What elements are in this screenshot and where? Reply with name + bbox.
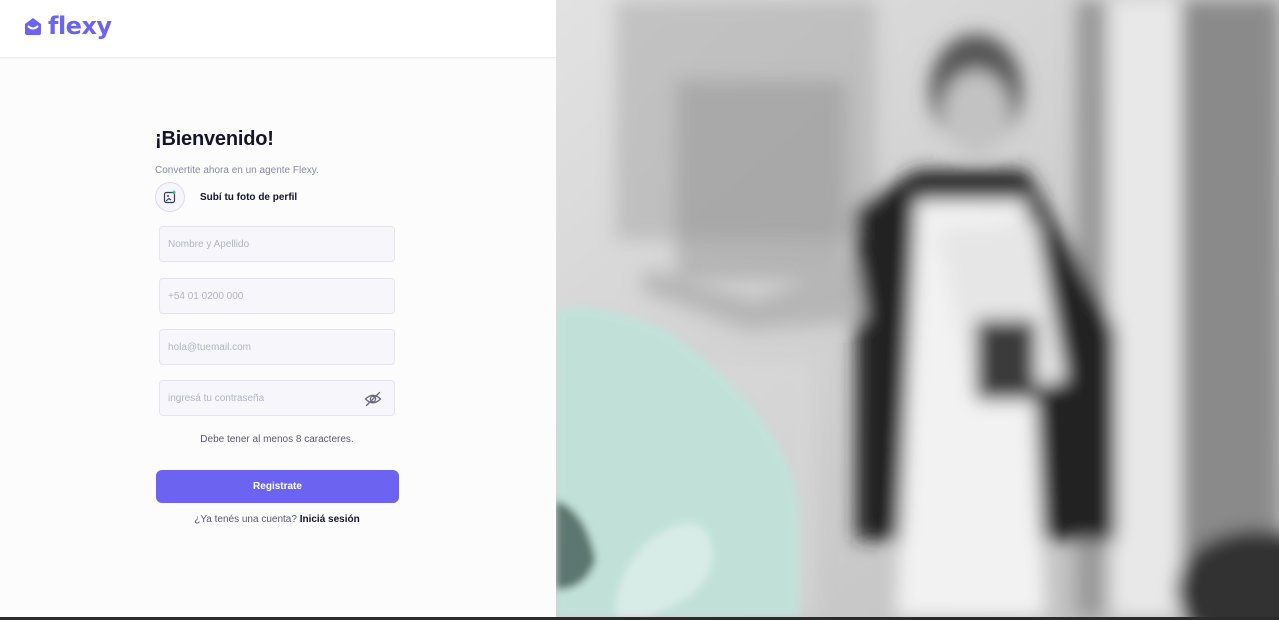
login-link[interactable]: Iniciá sesión [300,514,360,525]
brand-name: flexy [48,12,112,40]
page-title: ¡Bienvenido! [155,128,274,150]
envelope-logo-icon [25,18,41,35]
login-prompt: ¿Ya tenés una cuenta? Iniciá sesión [155,514,399,525]
password-field[interactable] [159,380,395,416]
phone-input[interactable] [160,279,394,313]
image-upload-icon [163,190,176,204]
password-input[interactable] [160,381,394,415]
phone-field[interactable] [159,278,395,314]
page-subtitle: Convertite ahora en un agente Flexy. [155,165,319,176]
password-hint: Debe tener al menos 8 caracteres. [200,434,354,445]
hero-image [556,0,1279,617]
name-input[interactable] [160,227,394,261]
upload-photo-label: Subí tu foto de perfil [200,191,298,203]
name-field[interactable] [159,226,395,262]
blurred-woman-presenting-image [556,0,1279,617]
avatar-placeholder[interactable] [155,182,185,212]
brand-logo[interactable]: flexy [22,12,112,40]
login-prompt-text: ¿Ya tenés una cuenta? [194,514,297,525]
email-input[interactable] [160,330,394,364]
eye-off-icon[interactable] [364,391,382,407]
signup-panel: flexy ¡Bienvenido! Convertite ahora en u… [0,0,556,617]
register-button[interactable]: Registrate [156,470,399,503]
top-header: flexy [0,0,556,58]
signup-form: ¡Bienvenido! Convertite ahora en un agen… [155,128,399,525]
upload-photo-button[interactable]: Subí tu foto de perfil [155,182,399,212]
email-field[interactable] [159,329,395,365]
